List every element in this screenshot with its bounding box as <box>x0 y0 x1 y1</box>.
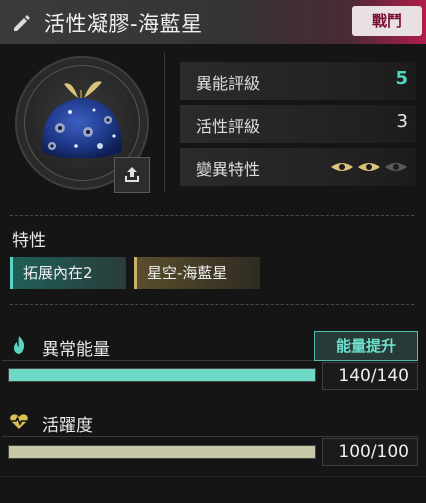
energy-bar <box>8 368 316 382</box>
stat-ability-grade: 異能評級 5 <box>180 62 416 100</box>
energy-value: 140/140 <box>338 366 409 386</box>
item-header: 活性凝膠-海藍星 戰鬥 <box>0 0 426 44</box>
ability-grade-value: 5 <box>395 68 408 89</box>
flame-icon <box>14 336 25 354</box>
vitality-bar-fill <box>9 446 315 458</box>
vitality-value-box: 100/100 <box>322 438 418 466</box>
divider <box>10 215 414 216</box>
energy-value-box: 140/140 <box>322 362 418 390</box>
activity-grade-value: 3 <box>396 111 408 132</box>
category-badge: 戰鬥 <box>352 6 422 36</box>
trait-tag-expand-inner[interactable]: 拓展內在2 <box>10 257 126 289</box>
stat-activity-grade: 活性評級 3 <box>180 105 416 143</box>
eye-icon <box>331 163 353 171</box>
mutation-label: 變異特性 <box>196 160 261 179</box>
vitality-bar <box>8 445 316 459</box>
energy-bar-fill <box>9 369 315 381</box>
vitality-value: 100/100 <box>338 442 409 462</box>
vitality-header: 活躍度 <box>2 408 418 437</box>
traits-title: 特性 <box>12 231 46 251</box>
vertical-divider <box>164 52 165 192</box>
eye-icon <box>385 163 407 171</box>
export-button[interactable] <box>114 157 150 193</box>
eye-icon <box>358 163 380 171</box>
pencil-icon[interactable] <box>10 11 32 33</box>
export-icon <box>125 167 139 182</box>
energy-upgrade-button[interactable]: 能量提升 <box>314 331 418 361</box>
ability-grade-label: 異能評級 <box>196 74 261 93</box>
stat-mutation: 變異特性 <box>180 148 416 186</box>
mutation-eyes <box>330 161 408 173</box>
heartbeat-icon <box>10 414 28 429</box>
footer-strip <box>0 476 426 503</box>
activity-grade-label: 活性評級 <box>196 117 261 136</box>
energy-label: 異常能量 <box>42 340 110 360</box>
vitality-label: 活躍度 <box>42 416 93 436</box>
item-title: 活性凝膠-海藍星 <box>44 12 203 36</box>
trait-tag-blue-star[interactable]: 星空-海藍星 <box>134 257 260 289</box>
divider <box>10 304 414 305</box>
